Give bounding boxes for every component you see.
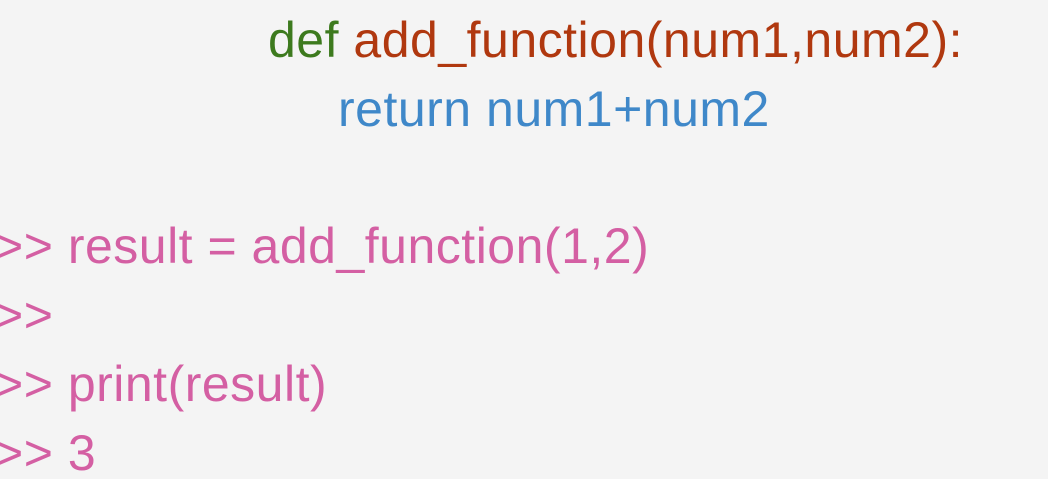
function-definition-line: def add_function(num1,num2): [268,15,963,65]
repl-prompt: >> [0,425,54,479]
repl-prompt: >> [0,218,54,274]
repl-line: >> 3 [0,428,96,478]
def-keyword: def [268,12,340,68]
return-statement: return num1+num2 [338,81,770,137]
function-signature: add_function(num1,num2): [353,12,964,68]
repl-line: >> [0,290,68,340]
repl-text: 3 [67,425,97,479]
repl-text: result = add_function(1,2) [67,218,650,274]
repl-prompt: >> [0,356,54,412]
repl-line: >> print(result) [0,359,327,409]
repl-text: print(result) [67,356,328,412]
repl-prompt: >> [0,287,54,343]
code-slide: def add_function(num1,num2): return num1… [0,0,1048,479]
repl-line: >> result = add_function(1,2) [0,221,649,271]
